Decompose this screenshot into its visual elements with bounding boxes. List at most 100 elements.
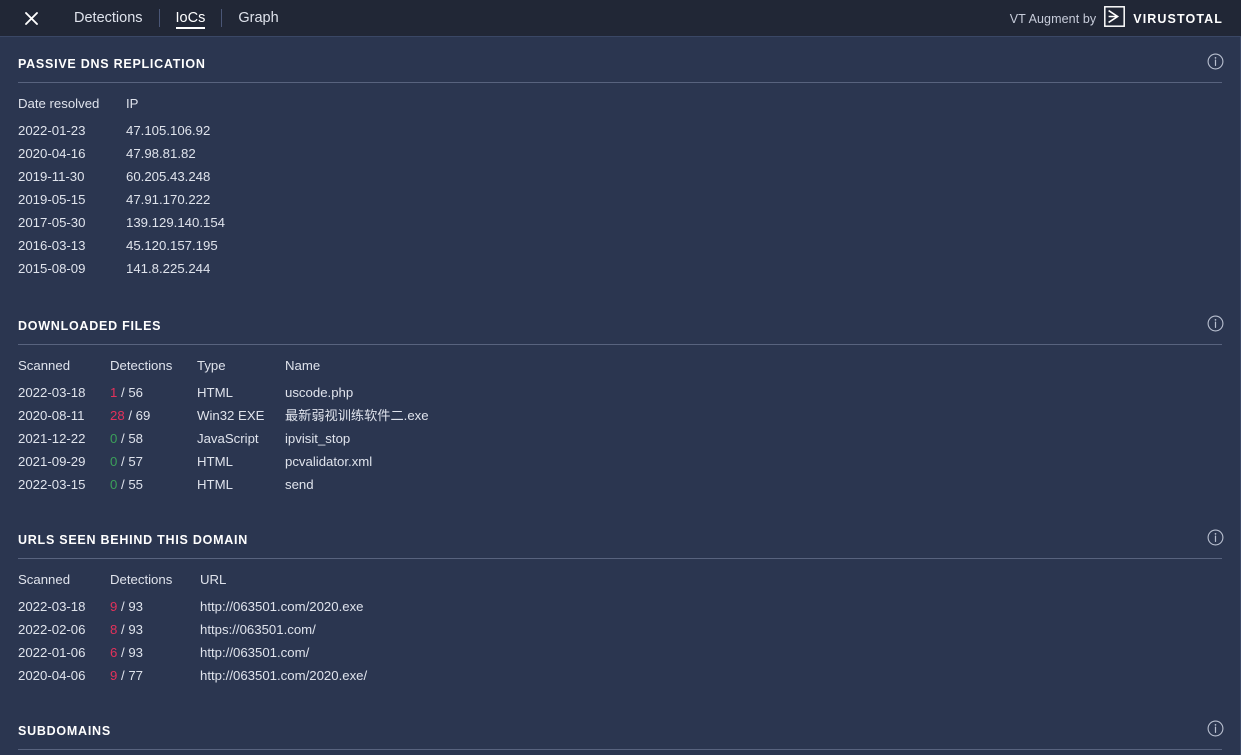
info-icon[interactable]: [1207, 315, 1224, 337]
brand-name-label: VIRUSTOTAL: [1133, 12, 1223, 26]
passive-dns-table: Date resolved IP 2022-01-23 47.105.106.9…: [18, 96, 225, 280]
table-row[interactable]: 2019-05-15 47.91.170.222: [18, 188, 225, 211]
cell-detections: 28 / 69: [110, 404, 197, 427]
cell-scanned: 2022-03-18: [18, 595, 110, 618]
section-subdomains: SUBDOMAINS www.063501.com 6 / 91 47.105.…: [0, 704, 1240, 755]
table-row[interactable]: 2020-04-06 9 / 77 http://063501.com/2020…: [18, 664, 367, 687]
cell-url: http://063501.com/: [200, 641, 367, 664]
tab-detections[interactable]: Detections: [58, 0, 159, 36]
cell-url: https://063501.com/: [200, 618, 367, 641]
table-header-row: Date resolved IP: [18, 96, 225, 119]
cell-ip: 141.8.225.244: [126, 257, 225, 280]
cell-date-resolved: 2019-11-30: [18, 165, 126, 188]
cell-date-resolved: 2017-05-30: [18, 211, 126, 234]
section-divider: [18, 82, 1222, 83]
cell-scanned: 2020-04-06: [18, 664, 110, 687]
detection-total: / 57: [121, 454, 143, 469]
table-row[interactable]: 2022-01-06 6 / 93 http://063501.com/: [18, 641, 367, 664]
detection-count: 28: [110, 408, 125, 423]
table-row[interactable]: 2015-08-09 141.8.225.244: [18, 257, 225, 280]
cell-ip: 60.205.43.248: [126, 165, 225, 188]
tab-bar: Detections IoCs Graph: [58, 0, 295, 36]
table-row[interactable]: 2022-03-15 0 / 55 HTML send: [18, 473, 429, 496]
cell-detections: 6 / 93: [110, 641, 200, 664]
cell-scanned: 2021-09-29: [18, 450, 110, 473]
column-scanned: Scanned: [18, 358, 110, 381]
cell-detections: 0 / 55: [110, 473, 197, 496]
table-row[interactable]: 2021-09-29 0 / 57 HTML pcvalidator.xml: [18, 450, 429, 473]
brand-area: VT Augment by VIRUSTOTAL: [1010, 0, 1223, 37]
column-detections: Detections: [110, 358, 197, 381]
column-scanned: Scanned: [18, 572, 110, 595]
cell-ip: 47.91.170.222: [126, 188, 225, 211]
top-bar: Detections IoCs Graph VT Augment by VIRU…: [0, 0, 1241, 37]
section-divider: [18, 344, 1222, 345]
detection-total: / 93: [121, 622, 143, 637]
cell-date-resolved: 2020-04-16: [18, 142, 126, 165]
cell-type: Win32 EXE: [197, 404, 285, 427]
cell-date-resolved: 2016-03-13: [18, 234, 126, 257]
table-row[interactable]: 2020-04-16 47.98.81.82: [18, 142, 225, 165]
tab-iocs[interactable]: IoCs: [160, 0, 222, 36]
table-row[interactable]: 2017-05-30 139.129.140.154: [18, 211, 225, 234]
cell-type: HTML: [197, 381, 285, 404]
brand-prefix-label: VT Augment by: [1010, 12, 1097, 26]
active-tab-underline: [176, 27, 206, 29]
cell-scanned: 2022-01-06: [18, 641, 110, 664]
ioc-content-panel: PASSIVE DNS REPLICATION Date resolved IP: [0, 37, 1241, 755]
section-passive-dns: PASSIVE DNS REPLICATION Date resolved IP: [0, 37, 1240, 299]
detection-count: 0: [110, 431, 117, 446]
table-row[interactable]: 2022-03-18 9 / 93 http://063501.com/2020…: [18, 595, 367, 618]
section-title-passive-dns: PASSIVE DNS REPLICATION: [18, 37, 1222, 82]
cell-detections: 1 / 56: [110, 381, 197, 404]
detection-count: 0: [110, 454, 117, 469]
cell-name: ipvisit_stop: [285, 427, 429, 450]
cell-scanned: 2022-03-18: [18, 381, 110, 404]
cell-scanned: 2021-12-22: [18, 427, 110, 450]
table-row[interactable]: 2019-11-30 60.205.43.248: [18, 165, 225, 188]
cell-date-resolved: 2019-05-15: [18, 188, 126, 211]
downloaded-files-table: Scanned Detections Type Name 2022-03-18 …: [18, 358, 429, 496]
cell-detections: 0 / 58: [110, 427, 197, 450]
section-divider: [18, 749, 1222, 750]
cell-detections: 9 / 77: [110, 664, 200, 687]
detection-total: / 77: [121, 668, 143, 683]
detection-count: 9: [110, 599, 117, 614]
table-row[interactable]: 2022-03-18 1 / 56 HTML uscode.php: [18, 381, 429, 404]
section-title-subdomains: SUBDOMAINS: [18, 704, 1222, 749]
virustotal-logo-icon: [1104, 6, 1125, 32]
section-urls: URLS SEEN BEHIND THIS DOMAIN Scanned Det…: [0, 513, 1240, 704]
cell-name: uscode.php: [285, 381, 429, 404]
close-button[interactable]: [18, 5, 44, 31]
cell-scanned: 2022-03-15: [18, 473, 110, 496]
detection-count: 6: [110, 645, 117, 660]
section-header: PASSIVE DNS REPLICATION: [0, 37, 1240, 83]
table-header-row: Scanned Detections URL: [18, 572, 367, 595]
column-name: Name: [285, 358, 429, 381]
detection-total: / 69: [128, 408, 150, 423]
tab-graph[interactable]: Graph: [222, 0, 294, 36]
table-row[interactable]: 2016-03-13 45.120.157.195: [18, 234, 225, 257]
detection-count: 0: [110, 477, 117, 492]
cell-type: HTML: [197, 450, 285, 473]
column-type: Type: [197, 358, 285, 381]
cell-date-resolved: 2015-08-09: [18, 257, 126, 280]
table-row[interactable]: 2022-02-06 8 / 93 https://063501.com/: [18, 618, 367, 641]
cell-ip: 139.129.140.154: [126, 211, 225, 234]
detection-count: 1: [110, 385, 117, 400]
column-ip: IP: [126, 96, 225, 119]
info-icon[interactable]: [1207, 53, 1224, 75]
table-row[interactable]: 2020-08-11 28 / 69 Win32 EXE 最新弱视训练软件二.e…: [18, 404, 429, 427]
section-title-urls: URLS SEEN BEHIND THIS DOMAIN: [18, 513, 1222, 558]
cell-scanned: 2020-08-11: [18, 404, 110, 427]
cell-scanned: 2022-02-06: [18, 618, 110, 641]
detection-total: / 58: [121, 431, 143, 446]
info-icon[interactable]: [1207, 529, 1224, 551]
cell-date-resolved: 2022-01-23: [18, 119, 126, 142]
table-row[interactable]: 2021-12-22 0 / 58 JavaScript ipvisit_sto…: [18, 427, 429, 450]
table-row[interactable]: 2022-01-23 47.105.106.92: [18, 119, 225, 142]
section-downloaded-files: DOWNLOADED FILES Scanned Detections Type…: [0, 299, 1240, 513]
info-icon[interactable]: [1207, 720, 1224, 742]
cell-ip: 45.120.157.195: [126, 234, 225, 257]
cell-name: pcvalidator.xml: [285, 450, 429, 473]
